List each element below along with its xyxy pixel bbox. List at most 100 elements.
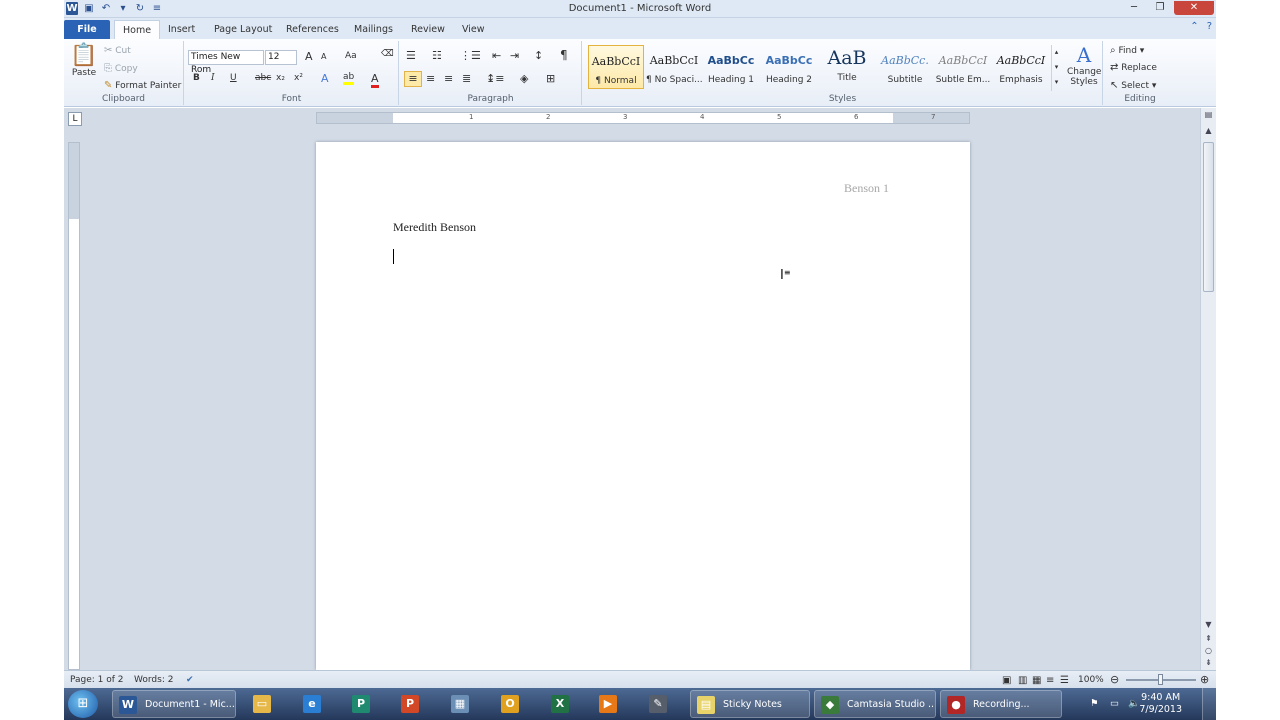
style-normal[interactable]: AaBbCcI ¶ Normal [588, 45, 644, 89]
tab-mailings[interactable]: Mailings [346, 20, 401, 39]
pinned-ie[interactable]: e [292, 690, 332, 718]
taskbar-item-camtasia[interactable]: ◆ Camtasia Studio ... [814, 690, 936, 718]
font-size-combo[interactable]: 12 [265, 50, 297, 65]
copy-button[interactable]: ⎘ Copy [104, 63, 138, 74]
draft-icon[interactable]: ☰ [1060, 675, 1069, 686]
minimize-button[interactable]: ─ [1122, 1, 1146, 15]
find-button[interactable]: ⌕ Find ▾ [1110, 45, 1144, 56]
shading-icon[interactable]: ◈ [520, 72, 528, 85]
strikethrough-button[interactable]: abc [255, 73, 271, 83]
bold-button[interactable]: B [193, 73, 200, 83]
font-color-icon[interactable]: A [371, 72, 379, 88]
underline-button[interactable]: U [230, 73, 237, 83]
zoom-out-icon[interactable]: ⊖ [1110, 673, 1119, 686]
next-page-icon[interactable]: ⇟ [1201, 658, 1216, 667]
paste-button[interactable]: 📋 Paste [70, 43, 98, 91]
grow-font-button[interactable]: A [305, 50, 313, 63]
tray-volume-icon[interactable]: 🔈 [1128, 698, 1140, 709]
page-count-status[interactable]: Page: 1 of 2 [70, 675, 124, 685]
outline-icon[interactable]: ≡ [1046, 675, 1054, 686]
maximize-button[interactable]: ❐ [1148, 1, 1172, 15]
vertical-ruler[interactable] [68, 142, 80, 670]
justify-icon[interactable]: ≣ [462, 72, 471, 85]
taskbar-item-word[interactable]: W Document1 - Mic... [112, 690, 236, 718]
style-heading-1[interactable]: AaBbCc Heading 1 [703, 45, 759, 89]
full-screen-reading-icon[interactable]: ▥ [1018, 675, 1027, 686]
help-icon[interactable]: ? [1207, 21, 1212, 32]
align-right-icon[interactable]: ≡ [444, 72, 453, 85]
style-subtle-emphasis[interactable]: AaBbCcI Subtle Em... [935, 45, 991, 89]
print-layout-icon[interactable]: ▣ [1002, 675, 1011, 686]
cut-button[interactable]: ✂ Cut [104, 45, 131, 56]
close-button[interactable]: ✕ [1174, 1, 1214, 15]
text-effects-icon[interactable]: A [321, 72, 329, 85]
style-subtitle[interactable]: AaBbCc. Subtitle [877, 45, 933, 89]
tab-file[interactable]: File [64, 20, 110, 39]
proofing-icon[interactable]: ✔ [186, 675, 194, 685]
ruler-toggle-icon[interactable]: ▤ [1201, 110, 1216, 119]
style-emphasis[interactable]: AaBbCcI Emphasis [993, 45, 1049, 89]
pinned-powerpoint[interactable]: P [390, 690, 430, 718]
style-heading-2[interactable]: AaBbCc Heading 2 [761, 45, 817, 89]
taskbar-item-recording[interactable]: ● Recording... [940, 690, 1062, 718]
scroll-thumb[interactable] [1203, 142, 1214, 292]
vertical-scrollbar[interactable]: ▤ ▲ ▼ ⇞ ○ ⇟ [1200, 108, 1216, 670]
tab-home[interactable]: Home [114, 20, 161, 39]
author-name-line[interactable]: Meredith Benson [393, 220, 476, 235]
multilevel-list-icon[interactable]: ⋮☰ [460, 49, 481, 62]
zoom-slider-thumb[interactable] [1158, 674, 1163, 685]
align-center-icon[interactable]: ≡ [426, 72, 435, 85]
line-spacing-icon[interactable]: ↨≡ [486, 72, 504, 85]
zoom-level[interactable]: 100% [1078, 675, 1104, 685]
font-name-combo[interactable]: Times New Rom [188, 50, 264, 75]
change-case-button[interactable]: Aa [345, 51, 357, 61]
superscript-button[interactable]: x² [294, 73, 303, 83]
tab-review[interactable]: Review [403, 20, 453, 39]
taskbar-clock[interactable]: 9:40 AM 7/9/2013 [1139, 692, 1182, 716]
pinned-excel[interactable]: X [540, 690, 580, 718]
align-left-icon[interactable]: ≡ [404, 71, 422, 87]
numbering-icon[interactable]: ☷ [432, 49, 442, 62]
browse-object-icon[interactable]: ○ [1201, 646, 1216, 655]
change-styles-button[interactable]: A Change Styles [1067, 43, 1101, 87]
start-button[interactable]: ⊞ [68, 690, 98, 718]
subscript-button[interactable]: x₂ [276, 73, 285, 83]
horizontal-ruler[interactable]: 1 2 3 4 5 6 7 [316, 112, 970, 124]
format-painter-button[interactable]: ✎ Format Painter [104, 80, 181, 91]
clear-formatting-icon[interactable]: ⌫ [381, 49, 394, 59]
web-layout-icon[interactable]: ▦ [1032, 675, 1041, 686]
tray-flag-icon[interactable]: ⚑ [1090, 698, 1099, 709]
pinned-snipping-tool[interactable]: ✎ [638, 690, 678, 718]
pinned-explorer[interactable]: ▭ [242, 690, 282, 718]
minimize-ribbon-icon[interactable]: ⌃ [1190, 21, 1198, 32]
decrease-indent-icon[interactable]: ⇤ [492, 49, 501, 62]
scroll-down-icon[interactable]: ▼ [1201, 620, 1216, 629]
pinned-outlook[interactable]: O [490, 690, 530, 718]
page-header-text[interactable]: Benson 1 [844, 181, 889, 196]
tab-page-layout[interactable]: Page Layout [206, 20, 280, 39]
highlight-icon[interactable]: ab [343, 72, 355, 85]
replace-button[interactable]: ⇄ Replace [1110, 62, 1157, 73]
select-button[interactable]: ↖ Select ▾ [1110, 80, 1156, 91]
pinned-calculator[interactable]: ▦ [440, 690, 480, 718]
tab-view[interactable]: View [454, 20, 493, 39]
show-desktop-button[interactable] [1202, 688, 1216, 720]
taskbar-item-sticky-notes[interactable]: ▤ Sticky Notes [690, 690, 810, 718]
scroll-up-icon[interactable]: ▲ [1201, 126, 1216, 135]
tab-references[interactable]: References [278, 20, 347, 39]
tray-network-icon[interactable]: ▭ [1110, 698, 1119, 709]
pinned-publisher[interactable]: P [341, 690, 381, 718]
style-no-spacing[interactable]: AaBbCcI ¶ No Spaci... [646, 45, 702, 89]
previous-page-icon[interactable]: ⇞ [1201, 634, 1216, 643]
italic-button[interactable]: I [211, 73, 215, 83]
zoom-in-icon[interactable]: ⊕ [1200, 673, 1209, 686]
bullets-icon[interactable]: ☰ [406, 49, 416, 62]
tab-insert[interactable]: Insert [160, 20, 203, 39]
tab-selector-button[interactable]: L [68, 112, 82, 126]
sort-icon[interactable]: ↕ [534, 49, 543, 62]
style-title[interactable]: AaB Title [819, 45, 875, 89]
document-page[interactable]: Benson 1 Meredith Benson Ⅰ≡ [316, 142, 970, 670]
styles-scroll-arrows-icon[interactable]: ▴ ▾ ▾ [1051, 45, 1061, 91]
pinned-media-player[interactable]: ▶ [588, 690, 628, 718]
borders-icon[interactable]: ⊞ [546, 72, 555, 85]
